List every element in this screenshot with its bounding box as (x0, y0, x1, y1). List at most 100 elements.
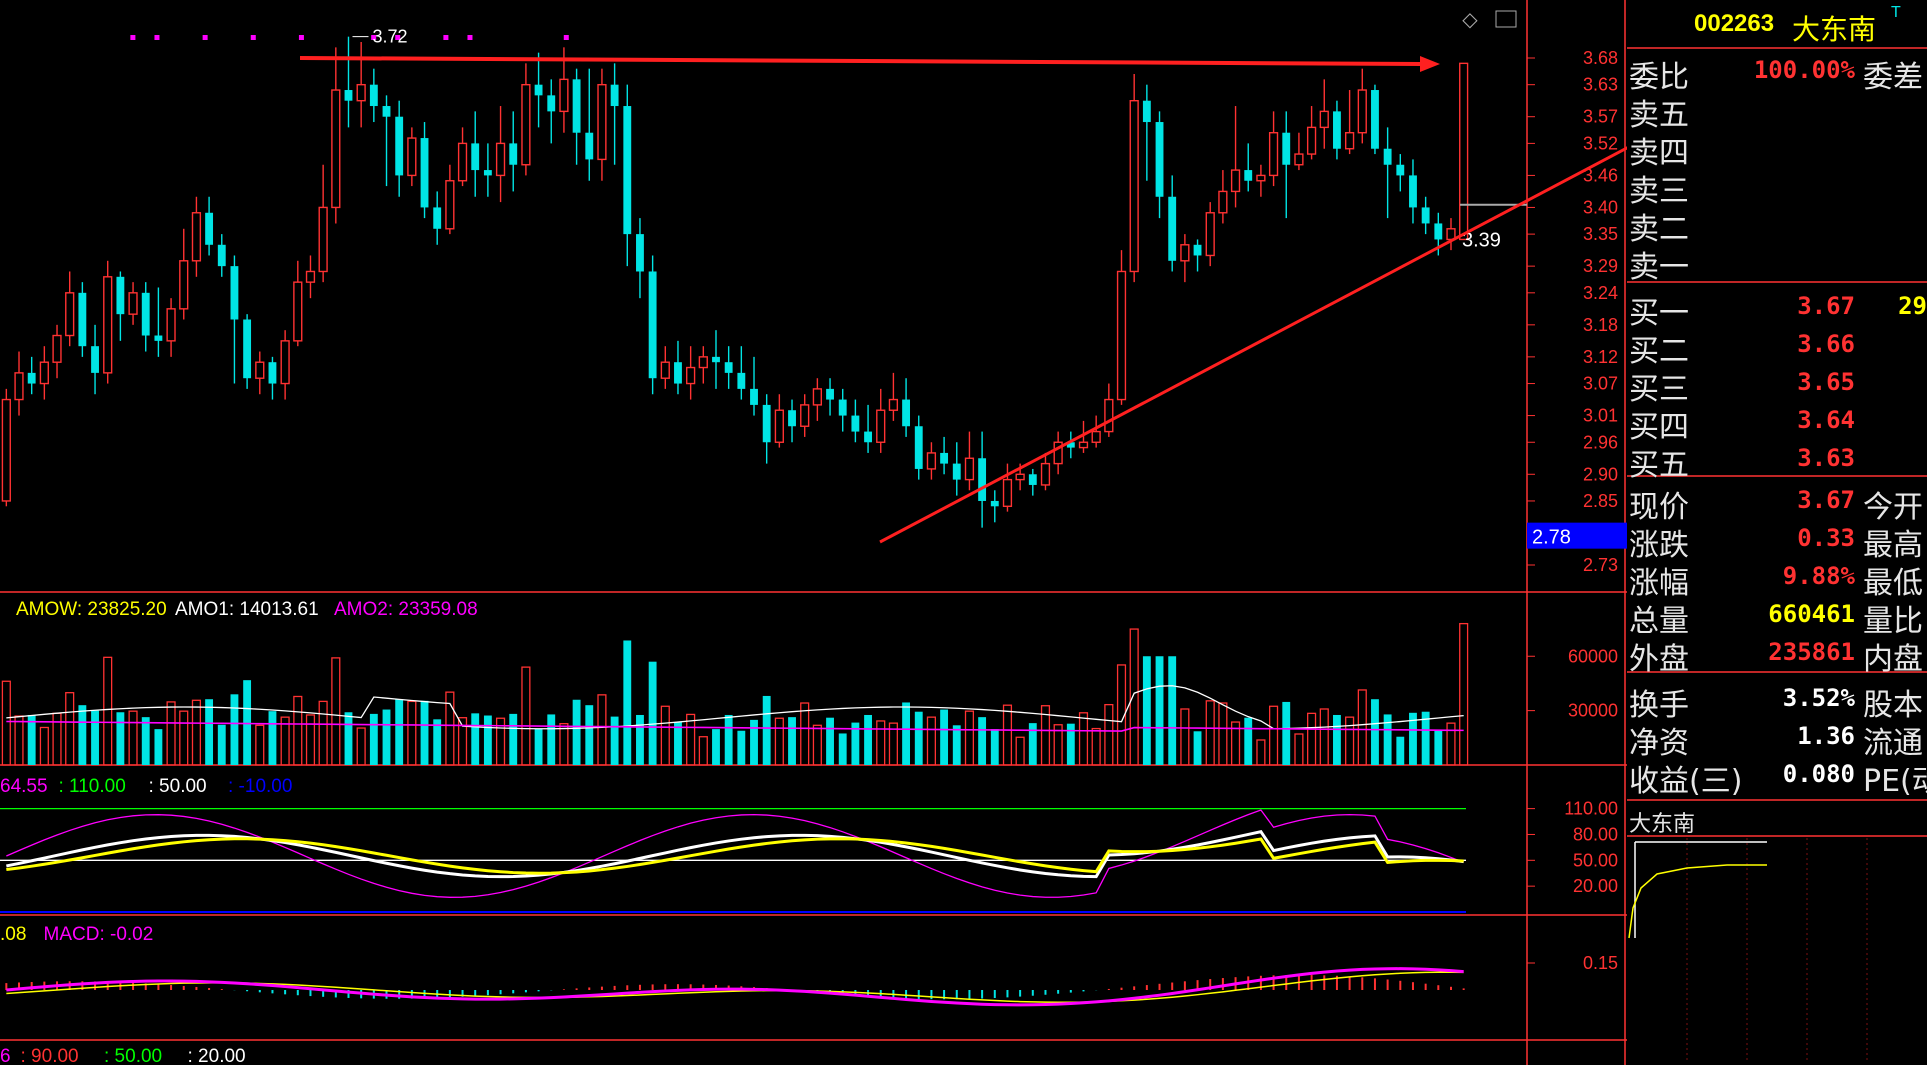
candle (166, 308, 176, 342)
candle (1459, 62, 1469, 241)
candle (674, 362, 682, 384)
bottom-legend-3: : 20.00 (188, 1046, 246, 1065)
volume-bar (686, 713, 696, 766)
volume-bar (1434, 730, 1443, 765)
candle (1396, 164, 1405, 176)
candle (1371, 90, 1379, 149)
y-tick-label: 80.00 (1573, 824, 1618, 844)
candle (648, 271, 657, 379)
candle (179, 260, 189, 310)
candle (774, 409, 784, 443)
volume-legend-2: AMO2: 23359.08 (334, 599, 478, 620)
candle (1244, 170, 1253, 181)
candle (1333, 111, 1341, 149)
volume-bar (395, 699, 404, 765)
volume-bar (952, 725, 961, 765)
volume-bar (1104, 703, 1114, 766)
candle (952, 463, 961, 480)
volume-bar (1244, 717, 1253, 765)
candle (1383, 148, 1392, 165)
candle (433, 207, 442, 229)
diamond-icon[interactable]: ◇ (1462, 9, 1478, 31)
buy-price-2: 3.65 (1797, 368, 1855, 396)
volume-bar (483, 715, 492, 765)
macd-legend-0: .08 (0, 924, 26, 945)
volume-bar (1180, 708, 1190, 766)
candle (39, 361, 49, 385)
volume-bar (1002, 704, 1013, 766)
candle (103, 276, 113, 374)
volume-bar (128, 710, 138, 766)
volume-bar (509, 713, 518, 765)
volume-bar (597, 694, 607, 766)
candle (940, 452, 949, 464)
volume-bar (712, 729, 720, 765)
buy-price-3: 3.64 (1797, 406, 1855, 434)
candle (154, 335, 163, 341)
candle (217, 244, 226, 267)
volume-bar (914, 711, 923, 765)
osc-legend-2: : 50.00 (149, 776, 207, 797)
candle (876, 409, 886, 443)
candle (1319, 110, 1329, 129)
candle (597, 83, 607, 161)
quote-value-7: 0.080 (1782, 760, 1855, 788)
candle (521, 83, 531, 166)
volume-bar (698, 736, 708, 766)
candle (851, 415, 860, 432)
candle (1434, 223, 1443, 240)
candle (457, 142, 468, 182)
volume-bar (990, 729, 999, 765)
y-tick-label: 110.00 (1564, 799, 1618, 819)
volume-bar (572, 699, 581, 765)
y-tick-label: 3.57 (1583, 107, 1618, 127)
bottom-legend-1: : 90.00 (21, 1046, 79, 1065)
y-tick-label: 3.29 (1583, 256, 1618, 276)
candle (1129, 99, 1139, 273)
volume-bar (65, 692, 75, 766)
volume-bar (1282, 701, 1291, 765)
signal-dot (443, 35, 449, 40)
signal-dot (154, 35, 160, 40)
candle (280, 340, 290, 385)
candle (1256, 174, 1266, 182)
volume-bar (876, 720, 886, 766)
candle (610, 84, 619, 107)
y-tick-label: 3.01 (1583, 406, 1618, 426)
candle (14, 372, 24, 401)
y-tick-label: 3.07 (1583, 374, 1618, 394)
candle (547, 95, 556, 112)
candle (128, 292, 138, 315)
volume-bar (812, 724, 822, 766)
candle (1078, 441, 1089, 449)
volume-bar (674, 722, 682, 765)
candle (255, 361, 265, 379)
candle (812, 388, 822, 406)
candle (623, 106, 632, 235)
candle (788, 410, 796, 427)
candle (534, 84, 543, 96)
volume-bar (1091, 727, 1101, 766)
t-icon[interactable]: T (1891, 4, 1901, 22)
arrow-head (1420, 56, 1440, 72)
window-icon[interactable] (1495, 10, 1517, 28)
volume-bar (471, 713, 480, 765)
candle (369, 84, 378, 107)
candle (407, 137, 417, 177)
candle (1421, 207, 1430, 224)
candle (926, 452, 937, 470)
quote-value-6: 1.36 (1797, 722, 1855, 750)
candle (382, 106, 391, 117)
volume-bar (191, 699, 202, 766)
volume-bar (1345, 716, 1355, 766)
volume-bar (623, 640, 632, 765)
intraday-mini-chart[interactable] (1627, 838, 1927, 1063)
volume-bar (1168, 656, 1177, 765)
candle (838, 399, 847, 416)
stock-chart[interactable]: 3.683.633.573.523.463.403.353.293.243.18… (0, 0, 1627, 1065)
volume-bar (978, 717, 987, 765)
y-tick-label: 3.12 (1583, 347, 1618, 367)
volume-bar (407, 700, 417, 766)
candle (356, 83, 366, 102)
volume-bar (52, 712, 62, 766)
